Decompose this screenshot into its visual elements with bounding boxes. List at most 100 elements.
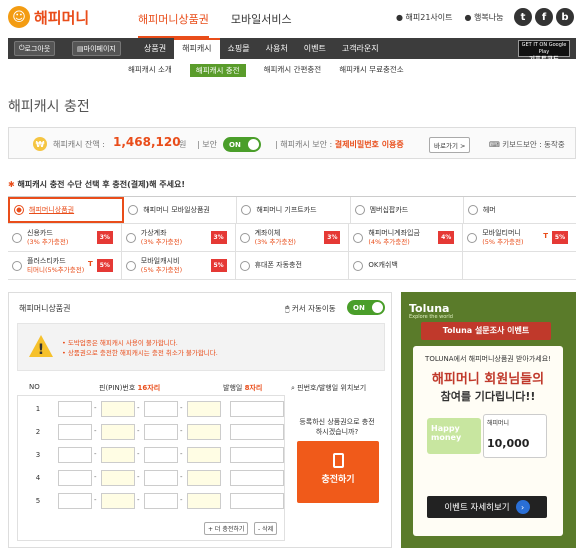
- facebook-icon[interactable]: f: [535, 8, 553, 26]
- radio-button[interactable]: [239, 232, 250, 243]
- method-option[interactable]: OK캐쉬백: [349, 252, 464, 279]
- method-option[interactable]: 계좌이체 (3% 추가충전) 3%: [236, 224, 350, 251]
- radio-button[interactable]: [125, 232, 136, 243]
- giftcard-amount: 10,000: [487, 437, 530, 450]
- pin-segment-input[interactable]: [58, 401, 92, 417]
- notice-line-1: • 도박업종은 해피캐시 사용이 불가합니다.: [62, 339, 178, 347]
- nav-happymoney-giftcard[interactable]: 해피머니상품권: [138, 11, 209, 38]
- radio-button[interactable]: [467, 232, 478, 243]
- gnb-item-event[interactable]: 이벤트: [296, 38, 334, 59]
- radio-button[interactable]: [12, 232, 22, 243]
- method-option[interactable]: 헤머: [464, 197, 576, 223]
- radio-button[interactable]: [353, 232, 364, 243]
- issue-date-input[interactable]: [230, 447, 284, 463]
- pin-segment-input[interactable]: [101, 424, 135, 440]
- radio-button[interactable]: [239, 260, 250, 271]
- pin-segment-input[interactable]: [58, 493, 92, 509]
- mypage-button[interactable]: ▤ 마이페이지: [72, 41, 121, 56]
- security-detail-button[interactable]: 바로가기 >: [429, 137, 471, 153]
- giftcard-charge-panel: 해피머니상품권 🖱 커서 자동이동 ON ! • 도박업종은 해피캐시 사용이 …: [8, 292, 392, 548]
- pin-segment-input[interactable]: [144, 493, 178, 509]
- pin-separator: -: [137, 473, 140, 481]
- charge-button-label: 충전하기: [321, 475, 355, 485]
- gnb-item-places[interactable]: 사용처: [258, 38, 296, 59]
- radio-button[interactable]: [125, 260, 136, 271]
- pin-segment-input[interactable]: [58, 424, 92, 440]
- radio-button[interactable]: [14, 205, 24, 215]
- google-play-giftcode-button[interactable]: GET IT ON Google Play 기프트코드: [518, 40, 570, 63]
- logo[interactable]: ☺ 해피머니: [8, 6, 89, 28]
- method-option[interactable]: 가상계좌 (3% 추가충전) 3%: [122, 224, 236, 251]
- pin-separator: -: [94, 473, 97, 481]
- gnb-item-shop[interactable]: 쇼핑몰: [220, 38, 258, 59]
- delete-row-button[interactable]: - 삭제: [254, 522, 278, 535]
- pin-segment-input[interactable]: [58, 470, 92, 486]
- twitter-icon[interactable]: t: [514, 8, 532, 26]
- subnav-free-charge[interactable]: 해피캐시 무료충전소: [339, 64, 403, 77]
- issue-date-input[interactable]: [230, 493, 284, 509]
- pin-segment-input[interactable]: [187, 447, 221, 463]
- issue-date-input[interactable]: [230, 470, 284, 486]
- pin-separator: -: [180, 404, 183, 412]
- pin-segment-input[interactable]: [187, 424, 221, 440]
- method-option[interactable]: 해피머니계좌입금 (4% 추가충전) 4%: [349, 224, 464, 251]
- pin-segment-input[interactable]: [101, 493, 135, 509]
- subnav-intro[interactable]: 해피캐시 소개: [128, 64, 172, 77]
- ad-board: TOLUNA에서 해피머니상품권 받아가세요! 해피머니 회원님들의 참여를 기…: [413, 346, 563, 536]
- balance-bar: ₩ 해피캐시 잔액 : 1,468,120 원 | 보안 ON | 해피캐시 보…: [8, 127, 576, 159]
- issue-date-input[interactable]: [230, 401, 284, 417]
- pin-segment-input[interactable]: [101, 401, 135, 417]
- method-option[interactable]: 모바일티머니 (5% 추가충전) T 5%: [463, 224, 576, 251]
- giftcard-image: 해피머니 10,000: [483, 414, 547, 458]
- method-option[interactable]: 해피머니상품권: [8, 197, 125, 223]
- pin-segment-input[interactable]: [58, 447, 92, 463]
- method-label-text: 플러스티카드: [27, 256, 66, 265]
- gnb-item-happycash[interactable]: 해피캐시: [174, 38, 220, 59]
- radio-button[interactable]: [241, 205, 252, 215]
- page-title: 해피캐시 충전: [8, 99, 90, 115]
- gnb-item-customer-lounge[interactable]: 고객라운지: [334, 38, 387, 59]
- logout-button[interactable]: ⏻ 로그아웃: [14, 41, 56, 56]
- radio-button[interactable]: [354, 205, 365, 215]
- method-label: 멤버십팝카드: [370, 206, 409, 215]
- pin-segment-input[interactable]: [187, 470, 221, 486]
- nav-mobile-service[interactable]: 모바일서비스: [231, 11, 292, 38]
- method-option[interactable]: 플러스티카드 티머니(5%추가충전) T 5%: [8, 252, 122, 279]
- link-happy21[interactable]: ● 해피21사이트: [396, 12, 453, 23]
- blog-icon[interactable]: b: [556, 8, 574, 26]
- method-option[interactable]: 해피머니 기프트카드: [237, 197, 351, 223]
- pin-segment-input[interactable]: [101, 447, 135, 463]
- bonus-percent-badge: 5%: [210, 259, 227, 272]
- event-detail-button[interactable]: 이벤트 자세히보기 ›: [427, 496, 547, 518]
- pin-location-link[interactable]: ⌕ 핀번호/발행일 위치보기: [291, 383, 366, 393]
- cursor-auto-move-toggle[interactable]: ON: [347, 300, 385, 315]
- method-option[interactable]: 멤버십팝카드: [351, 197, 464, 223]
- subnav-charge[interactable]: 해피캐시 충전: [189, 64, 246, 77]
- charge-button[interactable]: 충전하기: [297, 441, 379, 503]
- radio-button[interactable]: [467, 205, 478, 215]
- gnb-item-giftcard[interactable]: 상품권: [136, 38, 174, 59]
- security-toggle[interactable]: ON: [223, 137, 261, 152]
- pin-segment-input[interactable]: [144, 470, 178, 486]
- subnav-easy-charge[interactable]: 해피캐시 간편충전: [264, 64, 322, 77]
- toluna-ad-banner[interactable]: Toluna Explore the world Toluna 설문조사 이벤트…: [401, 292, 576, 548]
- pin-segment-input[interactable]: [101, 470, 135, 486]
- method-option[interactable]: 휴대폰 자동충전: [236, 252, 350, 279]
- pin-segment-input[interactable]: [144, 424, 178, 440]
- radio-button[interactable]: [12, 260, 22, 271]
- giftcard-brand: 해피머니: [487, 420, 510, 427]
- pin-segment-input[interactable]: [187, 493, 221, 509]
- method-label: 플러스티카드 티머니(5%추가충전): [27, 257, 84, 275]
- method-option[interactable]: 신용카드 (3% 추가충전) 3%: [8, 224, 122, 251]
- add-charge-button[interactable]: + 더 충전하기: [204, 522, 249, 535]
- method-option[interactable]: 해피머니 모바일상품권: [124, 197, 238, 223]
- link-happy-share-label: 행복나눔: [474, 13, 504, 22]
- issue-date-input[interactable]: [230, 424, 284, 440]
- radio-button[interactable]: [353, 260, 364, 271]
- pin-segment-input[interactable]: [144, 401, 178, 417]
- pin-segment-input[interactable]: [144, 447, 178, 463]
- radio-button[interactable]: [128, 205, 139, 215]
- link-happy-share[interactable]: ● 행복나눔: [465, 12, 504, 23]
- method-option[interactable]: 모바일캐시비 (5% 추가충전) 5%: [122, 252, 236, 279]
- pin-segment-input[interactable]: [187, 401, 221, 417]
